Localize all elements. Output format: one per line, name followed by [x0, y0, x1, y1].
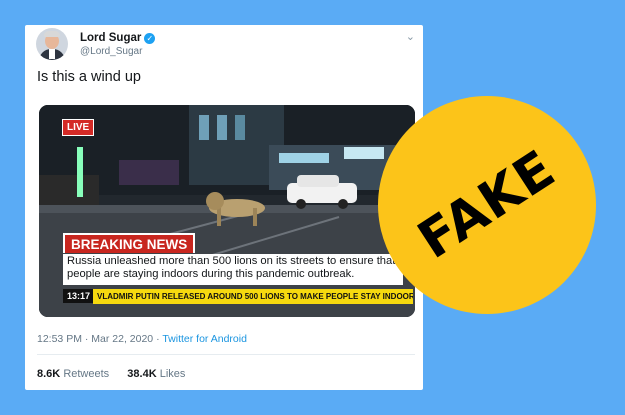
tweet-stats: 8.6K Retweets 38.4K Likes: [37, 368, 185, 380]
likes-count: 38.4K: [127, 368, 157, 380]
divider: [37, 354, 415, 355]
retweets-stat[interactable]: 8.6K Retweets: [37, 368, 109, 380]
ticker-time: 13:17: [63, 289, 95, 303]
fake-stamp: FAKE: [378, 96, 596, 314]
tweet-timestamp[interactable]: 12:53 PM · Mar 22, 2020: [37, 333, 153, 345]
author-row: Lord Sugar ✓: [80, 32, 156, 44]
likes-label: Likes: [159, 368, 186, 380]
live-badge: LIVE: [62, 119, 95, 136]
chevron-down-icon[interactable]: ⌄: [406, 30, 415, 43]
retweets-count: 8.6K: [37, 368, 61, 380]
tweet-text: Is this a wind up: [37, 69, 141, 85]
tweet-meta: 12:53 PM · Mar 22, 2020 · Twitter for An…: [37, 333, 247, 345]
street-scene-image: [39, 105, 415, 317]
tweet-image[interactable]: LIVE BREAKING NEWS Russia unleashed more…: [39, 105, 415, 317]
author-handle[interactable]: @Lord_Sugar: [80, 46, 142, 57]
news-headline: Russia unleashed more than 500 lions on …: [63, 254, 403, 285]
tweet-source-link[interactable]: Twitter for Android: [162, 333, 247, 345]
author-name[interactable]: Lord Sugar: [80, 32, 141, 44]
verified-icon: ✓: [144, 32, 156, 44]
avatar[interactable]: [36, 28, 68, 60]
breaking-news-banner: BREAKING NEWS: [63, 233, 196, 253]
news-ticker: VLADMIR PUTIN RELEASED AROUND 500 LIONS …: [93, 289, 413, 304]
likes-stat[interactable]: 38.4K Likes: [127, 368, 185, 380]
retweets-label: Retweets: [63, 368, 110, 380]
